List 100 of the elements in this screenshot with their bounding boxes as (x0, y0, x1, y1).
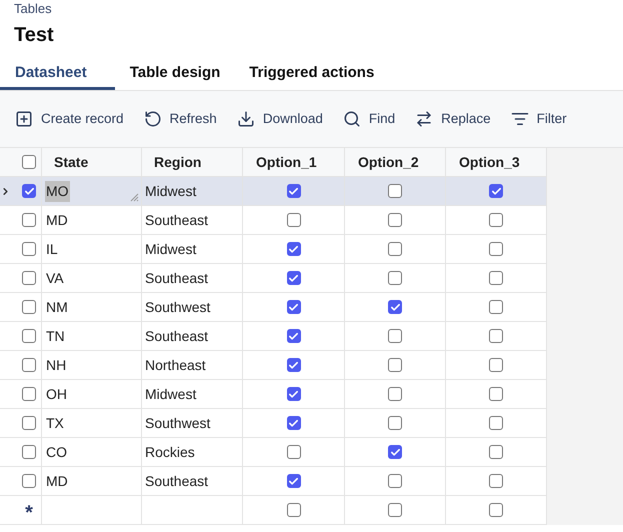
add-record-icon (15, 110, 33, 128)
table-row[interactable]: OH Midwest (0, 380, 547, 409)
checkbox[interactable] (22, 358, 36, 372)
table-row[interactable]: MD Southeast (0, 206, 547, 235)
checkbox[interactable] (388, 329, 402, 343)
checkbox[interactable] (489, 300, 503, 314)
toolbar-button[interactable]: Download (236, 108, 323, 130)
checkbox[interactable] (22, 184, 36, 198)
checkbox[interactable] (388, 271, 402, 285)
checkbox[interactable] (22, 271, 36, 285)
toolbar-button[interactable]: Refresh (144, 108, 217, 130)
table-cell[interactable]: MO (45, 180, 70, 202)
table-cell[interactable]: TN (45, 326, 66, 346)
table-row[interactable]: TN Southeast (0, 322, 547, 351)
checkbox[interactable] (388, 213, 402, 227)
breadcrumb[interactable]: Tables (14, 1, 609, 17)
table-cell[interactable]: Midwest (145, 180, 196, 202)
checkbox[interactable] (286, 416, 300, 430)
table-cell[interactable]: MD (45, 470, 69, 492)
table-row[interactable]: VA Southeast (0, 264, 547, 293)
checkbox[interactable] (286, 474, 300, 488)
table-row[interactable]: NM Southwest (0, 293, 547, 322)
resize-grip-icon (129, 192, 139, 202)
checkbox[interactable] (22, 329, 36, 343)
checkbox[interactable] (22, 242, 36, 256)
checkbox[interactable] (388, 184, 402, 198)
checkbox[interactable] (388, 300, 402, 314)
column-header[interactable]: State (42, 148, 142, 176)
table-cell[interactable]: Midwest (145, 384, 196, 404)
checkbox[interactable] (489, 358, 503, 372)
checkbox[interactable] (489, 387, 503, 401)
checkbox[interactable] (388, 358, 402, 372)
checkbox[interactable] (489, 329, 503, 343)
checkbox[interactable] (22, 300, 36, 314)
checkbox[interactable] (286, 184, 300, 198)
table-cell[interactable]: NH (45, 354, 68, 376)
table-cell[interactable]: Midwest (145, 238, 196, 260)
tab[interactable]: Table design (114, 60, 234, 90)
checkbox[interactable] (489, 242, 503, 256)
table-cell[interactable]: MD (45, 210, 69, 230)
toolbar-button[interactable]: Find (342, 108, 396, 130)
toolbar-button[interactable]: Replace (415, 108, 491, 130)
checkbox[interactable] (489, 416, 503, 430)
toolbar-button[interactable]: Filter (510, 108, 567, 130)
table-cell[interactable]: Southeast (145, 210, 208, 230)
table-cell[interactable]: Rockies (145, 442, 195, 462)
table-cell[interactable]: Southeast (145, 268, 208, 288)
column-header[interactable]: Option_1 (243, 148, 345, 176)
table-cell[interactable]: OH (45, 384, 68, 404)
table-row[interactable]: NH Northeast (0, 351, 547, 380)
column-header[interactable]: Option_2 (345, 148, 446, 176)
checkbox[interactable] (489, 271, 503, 285)
checkbox[interactable] (489, 503, 503, 517)
table-cell[interactable]: IL (45, 238, 59, 260)
table-cell[interactable]: TX (45, 412, 65, 434)
table-row[interactable]: CO Rockies (0, 438, 547, 467)
checkbox[interactable] (489, 184, 503, 198)
checkbox[interactable] (489, 213, 503, 227)
checkbox[interactable] (286, 213, 300, 227)
checkbox[interactable] (388, 387, 402, 401)
table-row[interactable]: IL Midwest (0, 235, 547, 264)
table-cell[interactable]: Southeast (145, 470, 208, 492)
tab[interactable]: Triggered actions (234, 60, 388, 90)
table-cell[interactable]: Northeast (145, 354, 206, 376)
checkbox[interactable] (388, 445, 402, 459)
table-cell[interactable]: Southeast (145, 326, 208, 346)
table-cell[interactable]: NM (45, 296, 69, 318)
page-title: Test (14, 23, 55, 48)
checkbox[interactable] (388, 503, 402, 517)
table-cell[interactable]: Southwest (145, 412, 210, 434)
table-row[interactable]: TX Southwest (0, 409, 547, 438)
table-cell[interactable]: VA (45, 268, 65, 288)
table-row[interactable]: MD Southeast (0, 467, 547, 496)
checkbox[interactable] (286, 329, 300, 343)
download-icon (236, 110, 255, 128)
checkbox[interactable] (286, 358, 300, 372)
checkbox[interactable] (286, 387, 300, 401)
checkbox[interactable] (388, 416, 402, 430)
table-cell[interactable]: CO (45, 442, 68, 462)
table-row[interactable]: MO Midwest (0, 177, 547, 206)
checkbox[interactable] (489, 474, 503, 488)
toolbar-button[interactable]: Create record (15, 108, 124, 130)
new-row-marker: * (25, 501, 33, 520)
checkbox[interactable] (286, 271, 300, 285)
checkbox[interactable] (286, 503, 300, 517)
checkbox[interactable] (22, 445, 36, 459)
new-record-row[interactable]: * (0, 496, 547, 525)
checkbox[interactable] (489, 445, 503, 459)
checkbox[interactable] (286, 300, 300, 314)
column-header[interactable]: Region (142, 148, 243, 176)
checkbox[interactable] (22, 416, 36, 430)
checkbox[interactable] (22, 474, 36, 488)
checkbox[interactable] (286, 242, 300, 256)
checkbox[interactable] (22, 155, 36, 169)
checkbox[interactable] (22, 387, 36, 401)
checkbox[interactable] (286, 445, 300, 459)
checkbox[interactable] (388, 242, 402, 256)
checkbox[interactable] (22, 213, 36, 227)
checkbox[interactable] (388, 474, 402, 488)
table-cell[interactable]: Southwest (145, 296, 210, 318)
